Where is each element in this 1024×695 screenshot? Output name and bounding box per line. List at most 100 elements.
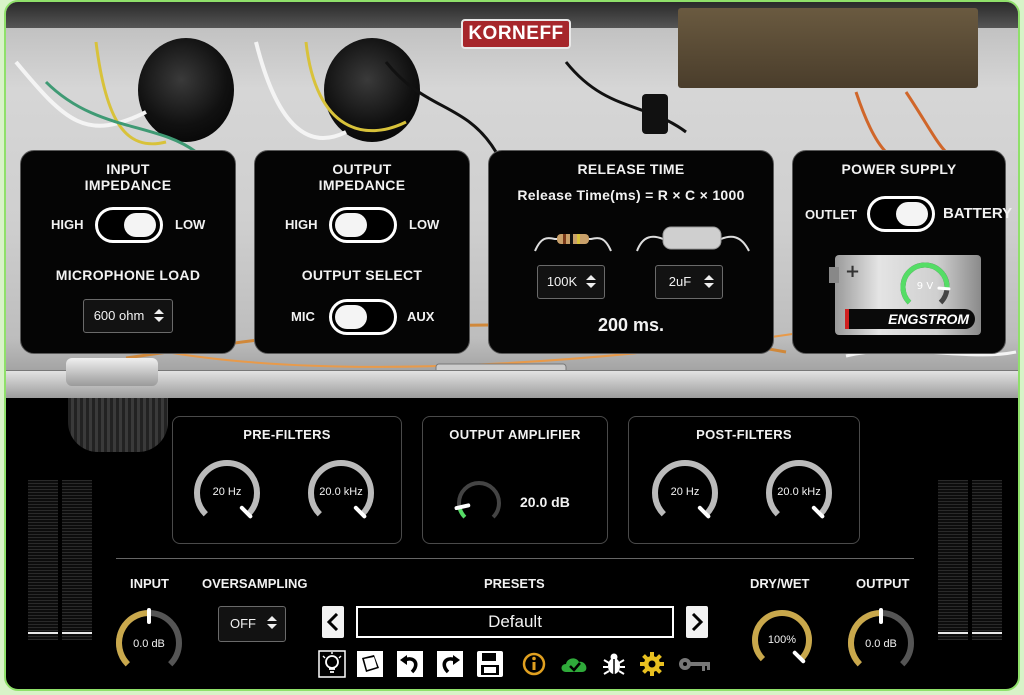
output-select-title: OUTPUT SELECT	[301, 267, 423, 283]
toggle-thumb	[896, 202, 928, 226]
pre-filter-high-knob[interactable]: 20.0 kHz	[306, 458, 376, 528]
bug-icon	[603, 653, 625, 675]
toggle-thumb	[335, 213, 367, 237]
post-filters-title: POST-FILTERS	[696, 427, 792, 442]
output-high-label: HIGH	[285, 217, 318, 232]
output-amplifier-value: 20.0 dB	[520, 494, 570, 510]
post-filter-low-value: 20 Hz	[670, 486, 700, 498]
output-impedance-title-2: IMPEDANCE	[318, 177, 406, 193]
capacitor-value: 2uF	[668, 274, 692, 289]
output-impedance-toggle[interactable]	[329, 207, 397, 243]
mic-load-title: MICROPHONE LOAD	[55, 267, 201, 283]
battery-brand: ENGSTROM	[888, 311, 969, 327]
plugin-window: KORNEFF INPUT IMPEDANCE HIGH LOW MICROPH…	[4, 0, 1020, 691]
resistor-select[interactable]: 100K	[537, 265, 605, 299]
post-filter-low-knob[interactable]: 20 Hz	[650, 458, 720, 528]
pre-filter-low-knob[interactable]: 20 Hz	[192, 458, 262, 528]
power-supply-toggle[interactable]	[867, 196, 935, 232]
drywet-value: 100%	[767, 634, 797, 646]
battery-image: + 9 V ENGSTROM	[829, 255, 981, 335]
updown-icon	[154, 309, 164, 323]
power-supply-panel: POWER SUPPLY OUTLET BATTERY + 9 V ENGSTR…	[792, 150, 1012, 354]
output-gain-knob[interactable]: 0.0 dB	[846, 608, 916, 678]
pre-filters-title: PRE-FILTERS	[243, 427, 331, 442]
undo-button[interactable]	[396, 650, 424, 678]
info-button[interactable]	[520, 650, 548, 678]
output-amplifier-section: OUTPUT AMPLIFIER	[422, 416, 608, 544]
presets-label: PRESETS	[484, 576, 545, 591]
redo-button[interactable]	[436, 650, 464, 678]
book-icon	[357, 651, 383, 677]
input-impedance-panel: INPUT IMPEDANCE HIGH LOW MICROPHONE LOAD…	[20, 150, 236, 354]
pre-filter-high-value: 20.0 kHz	[319, 486, 363, 498]
input-impedance-toggle[interactable]	[95, 207, 163, 243]
manual-button[interactable]	[356, 650, 384, 678]
input-gain-knob[interactable]: 0.0 dB	[114, 608, 184, 678]
output-meter-left	[938, 480, 968, 640]
oversampling-label: OVERSAMPLING	[202, 576, 308, 591]
info-icon	[522, 652, 546, 676]
korneff-logo: KORNEFF	[461, 19, 571, 49]
oversampling-value: OFF	[230, 616, 256, 631]
outlet-label: OUTLET	[805, 207, 857, 222]
input-impedance-title-1: INPUT	[106, 161, 150, 177]
chassis-knob	[68, 398, 168, 452]
output-mic-label: MIC	[291, 309, 315, 324]
save-icon	[477, 651, 503, 677]
toggle-thumb	[335, 305, 367, 329]
output-label: OUTPUT	[856, 576, 910, 591]
battery-brand-band: ENGSTROM	[845, 309, 975, 329]
output-low-label: LOW	[409, 217, 440, 232]
capacitor-select[interactable]: 2uF	[655, 265, 723, 299]
battery-voltage: 9 V	[916, 281, 934, 292]
preset-name-display[interactable]: Default	[356, 606, 674, 638]
updown-icon	[704, 275, 714, 289]
input-label: INPUT	[130, 576, 169, 591]
chevron-right-icon	[691, 613, 704, 631]
output-impedance-title-1: OUTPUT	[332, 161, 392, 177]
battery-terminal	[829, 267, 839, 283]
capacitor-icon	[636, 226, 750, 252]
settings-button[interactable]	[638, 650, 666, 678]
bug-report-button[interactable]	[600, 650, 628, 678]
preset-next-button[interactable]	[686, 606, 708, 638]
input-high-label: HIGH	[51, 217, 84, 232]
pre-filter-low-value: 20 Hz	[212, 486, 242, 498]
output-amplifier-title: OUTPUT AMPLIFIER	[449, 427, 581, 442]
meter-peak	[28, 632, 58, 634]
undo-icon	[397, 651, 423, 677]
save-button[interactable]	[476, 650, 504, 678]
input-meter-left	[28, 480, 58, 640]
post-filter-high-knob[interactable]: 20.0 kHz	[764, 458, 834, 528]
cloud-button[interactable]	[558, 650, 592, 678]
battery-label: BATTERY	[943, 205, 1013, 222]
oversampling-select[interactable]: OFF	[218, 606, 286, 642]
knob-arc	[454, 481, 501, 519]
input-impedance-title-2: IMPEDANCE	[84, 177, 172, 193]
release-time-formula: Release Time(ms) = R × C × 1000	[517, 187, 745, 203]
output-impedance-panel: OUTPUT IMPEDANCE HIGH LOW OUTPUT SELECT …	[254, 150, 470, 354]
chassis-bottom-rail	[6, 370, 1018, 398]
preset-prev-button[interactable]	[322, 606, 344, 638]
toggle-thumb	[124, 213, 156, 237]
updown-icon	[267, 616, 277, 630]
output-amplifier-knob[interactable]	[454, 478, 504, 528]
cloud-check-icon	[561, 658, 587, 672]
drywet-label: DRY/WET	[750, 576, 810, 591]
gear-icon	[640, 652, 664, 676]
lightbulb-icon	[318, 650, 346, 678]
mic-load-select[interactable]: 600 ohm	[83, 299, 173, 333]
drywet-knob[interactable]: 100%	[750, 608, 814, 672]
input-gain-value: 0.0 dB	[133, 638, 165, 650]
lightbulb-button[interactable]	[318, 650, 346, 678]
power-supply-title: POWER SUPPLY	[841, 161, 957, 177]
key-icon	[679, 658, 710, 671]
output-select-toggle[interactable]	[329, 299, 397, 335]
release-time-title: RELEASE TIME	[577, 161, 685, 177]
license-button[interactable]	[676, 650, 712, 678]
meter-peak	[972, 632, 1002, 634]
release-time-result: 200 ms.	[597, 315, 665, 335]
resistor-value: 100K	[546, 274, 578, 289]
input-meter-right	[62, 480, 92, 640]
updown-icon	[586, 275, 596, 289]
